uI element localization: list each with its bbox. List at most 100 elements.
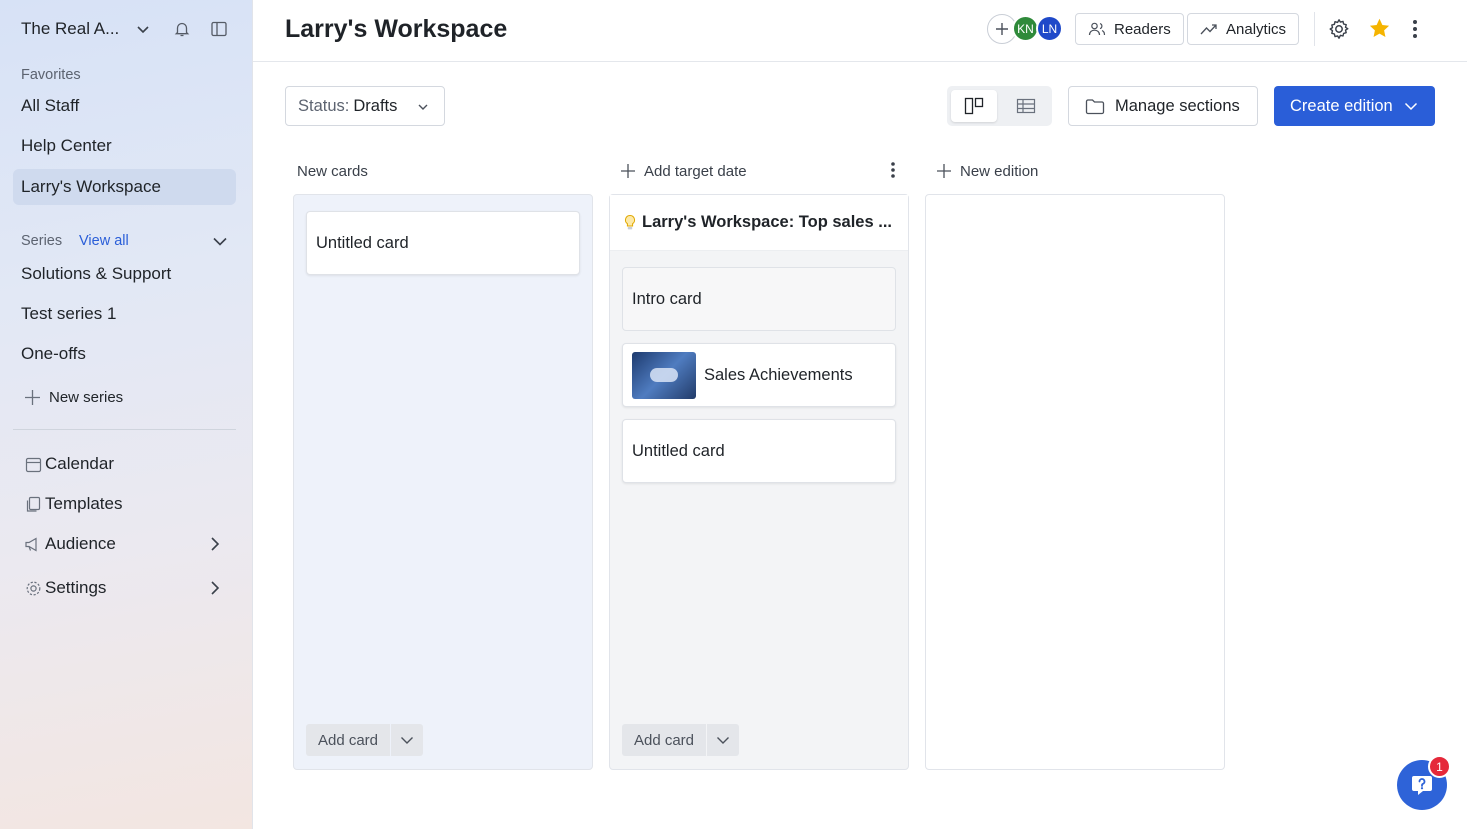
sidebar-toggle-icon[interactable] (210, 20, 228, 38)
sidebar-item-label: Templates (45, 494, 123, 513)
workspace-switcher[interactable]: The Real A... (21, 16, 236, 42)
manage-sections-label: Manage sections (1115, 96, 1240, 115)
add-target-date-label: Add target date (644, 162, 747, 180)
folder-icon (1085, 98, 1105, 115)
sidebar-item-label: Calendar (45, 454, 114, 473)
card-untitled[interactable]: Untitled card (306, 211, 580, 275)
board-view-button[interactable] (951, 90, 997, 122)
sidebar-item-all-staff[interactable]: All Staff (13, 88, 236, 124)
plus-icon (620, 163, 636, 179)
status-filter-value: Drafts (353, 96, 398, 115)
new-series-label: New series (49, 388, 124, 406)
workspace-name: The Real A... (21, 19, 120, 38)
card-untitled[interactable]: Untitled card (622, 419, 896, 483)
sidebar-item-calendar[interactable]: Calendar (13, 446, 236, 482)
chevron-down-icon (416, 100, 430, 114)
add-card-dropdown[interactable] (707, 724, 739, 756)
lightbulb-icon (624, 214, 636, 232)
chevron-down-icon[interactable] (211, 232, 229, 250)
sidebar-divider (13, 429, 236, 430)
card-title: Intro card (632, 289, 702, 308)
sidebar-item-label: Audience (45, 534, 116, 553)
chevron-right-icon (208, 536, 222, 552)
sidebar: The Real A... Favorites All Staff Help C… (0, 0, 253, 829)
bell-icon[interactable] (173, 20, 191, 38)
manage-sections-button[interactable]: Manage sections (1068, 86, 1258, 126)
help-chat-icon (1409, 772, 1435, 798)
new-series-button[interactable]: New series (13, 379, 236, 415)
sidebar-item-audience[interactable]: Audience (13, 526, 236, 562)
board-view-icon (964, 97, 984, 115)
gear-icon[interactable] (1328, 18, 1350, 40)
add-card-group: Add card (622, 724, 739, 756)
table-view-button[interactable] (1003, 90, 1049, 122)
avatar-ln[interactable]: LN (1036, 15, 1063, 42)
chevron-down-icon (715, 732, 731, 748)
column-header-new-cards: New cards (297, 158, 368, 184)
more-vertical-icon[interactable] (889, 161, 897, 179)
sidebar-item-one-offs[interactable]: One-offs (13, 336, 236, 372)
notification-badge: 1 (1428, 755, 1451, 778)
readers-button[interactable]: Readers (1075, 13, 1184, 45)
column-title: New cards (297, 162, 368, 180)
sidebar-item-label: Help Center (21, 136, 112, 155)
new-edition-label: New edition (960, 162, 1039, 180)
new-edition-button[interactable]: New edition (936, 158, 1038, 184)
add-card-button[interactable]: Add card (622, 724, 706, 756)
plus-icon (24, 389, 41, 406)
add-card-group: Add card (306, 724, 423, 756)
view-all-link[interactable]: View all (79, 233, 129, 249)
new-cards-column: Untitled card Add card (293, 194, 593, 770)
sidebar-item-label: Test series 1 (21, 304, 117, 323)
sidebar-item-label: Solutions & Support (21, 264, 172, 283)
megaphone-icon (21, 536, 45, 553)
sidebar-item-templates[interactable]: Templates (13, 486, 236, 522)
favorites-label: Favorites (21, 67, 81, 83)
plus-icon (995, 22, 1009, 36)
trending-up-icon (1200, 22, 1218, 36)
chevron-down-icon[interactable] (1403, 98, 1419, 114)
gear-icon (21, 580, 45, 597)
calendar-icon (21, 456, 45, 473)
plus-icon (936, 163, 952, 179)
series-label: Series (21, 233, 63, 249)
sidebar-item-solutions-support[interactable]: Solutions & Support (13, 256, 236, 292)
edition-title-text: Larry's Workspace: Top sales ... (642, 213, 892, 231)
view-toggle (947, 86, 1052, 126)
sidebar-item-label: One-offs (21, 344, 86, 363)
page-header: Larry's Workspace KN LN Readers Analytic… (253, 0, 1467, 62)
users-icon (1088, 21, 1106, 37)
page-title: Larry's Workspace (285, 15, 508, 43)
status-filter-dropdown[interactable]: Status: Drafts (285, 86, 445, 126)
card-title: Untitled card (632, 441, 725, 460)
sidebar-item-label: All Staff (21, 96, 80, 115)
card-sales-achievements[interactable]: Sales Achievements (622, 343, 896, 407)
table-view-icon (1016, 98, 1036, 114)
sidebar-item-label: Larry's Workspace (21, 177, 161, 196)
sidebar-item-settings[interactable]: Settings (13, 570, 236, 606)
add-card-dropdown[interactable] (391, 724, 423, 756)
more-vertical-icon[interactable] (1411, 18, 1419, 40)
chevron-down-icon[interactable] (135, 21, 151, 37)
add-card-button[interactable]: Add card (306, 724, 390, 756)
create-edition-button[interactable]: Create edition (1274, 86, 1435, 126)
edition-column: Larry's Workspace: Top sales ... Intro c… (609, 194, 909, 770)
avatar-kn[interactable]: KN (1012, 15, 1039, 42)
analytics-label: Analytics (1226, 20, 1287, 38)
edition-title[interactable]: Larry's Workspace: Top sales ... (610, 195, 908, 251)
add-target-date-button[interactable]: Add target date (620, 158, 747, 184)
sidebar-item-larrys-workspace[interactable]: Larry's Workspace (13, 169, 236, 205)
sidebar-item-test-series-1[interactable]: Test series 1 (13, 296, 236, 332)
chevron-down-icon (399, 732, 415, 748)
sidebar-item-label: Settings (45, 578, 107, 597)
analytics-button[interactable]: Analytics (1187, 13, 1300, 45)
card-title: Sales Achievements (704, 365, 853, 384)
templates-icon (21, 496, 45, 513)
sidebar-item-help-center[interactable]: Help Center (13, 128, 236, 164)
readers-label: Readers (1114, 20, 1171, 38)
new-edition-column (925, 194, 1225, 770)
header-divider (1314, 12, 1315, 46)
chevron-right-icon (208, 580, 222, 596)
star-icon[interactable] (1368, 17, 1391, 40)
card-intro[interactable]: Intro card (622, 267, 896, 331)
